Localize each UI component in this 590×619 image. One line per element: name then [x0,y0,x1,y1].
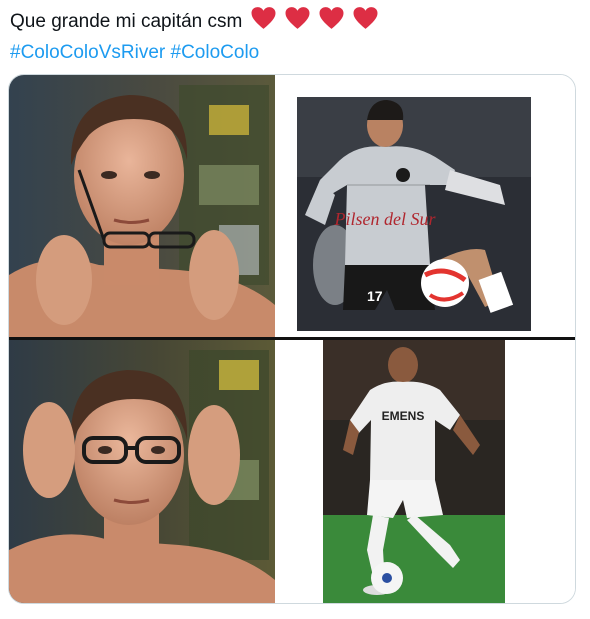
tweet: Que grande mi capitán csm #ColoColoVsRiv… [0,0,590,619]
tweet-line-2: #ColoColoVsRiver #ColoColo [10,39,570,67]
man-wearing-glasses-image [9,340,275,603]
meme-panel-top-left [9,75,275,337]
colo-colo-player-image: Pilsen del Sur 17 [297,97,531,331]
tweet-line-1: Que grande mi capitán csm [10,6,570,39]
tweet-caption: Que grande mi capitán csm [10,11,243,32]
tweet-media-meme[interactable]: Pilsen del Sur 17 EMENS [8,74,576,604]
jersey-sponsor-text: Pilsen del Sur [334,209,437,229]
red-heart-icon [251,7,276,29]
red-heart-icon [285,7,310,29]
meme-panel-bottom-left [9,340,275,603]
red-heart-icon [319,7,344,29]
hashtag-colocolovsriver[interactable]: #ColoColoVsRiver [10,42,165,63]
jersey-sponsor-text: EMENS [382,409,425,423]
real-madrid-player-image: EMENS [323,340,505,603]
hashtag-colocolo[interactable]: #ColoColo [171,42,260,63]
meme-panel-top-right: Pilsen del Sur 17 [275,75,575,337]
man-with-glasses-in-hand-image [9,75,275,337]
red-heart-icon [353,7,378,29]
shorts-number-text: 17 [367,288,383,304]
hearts-emoji-group [250,6,382,39]
meme-panel-bottom-right: EMENS [275,340,575,603]
tweet-text: Que grande mi capitán csm #ColoColoVsRiv… [10,6,570,67]
